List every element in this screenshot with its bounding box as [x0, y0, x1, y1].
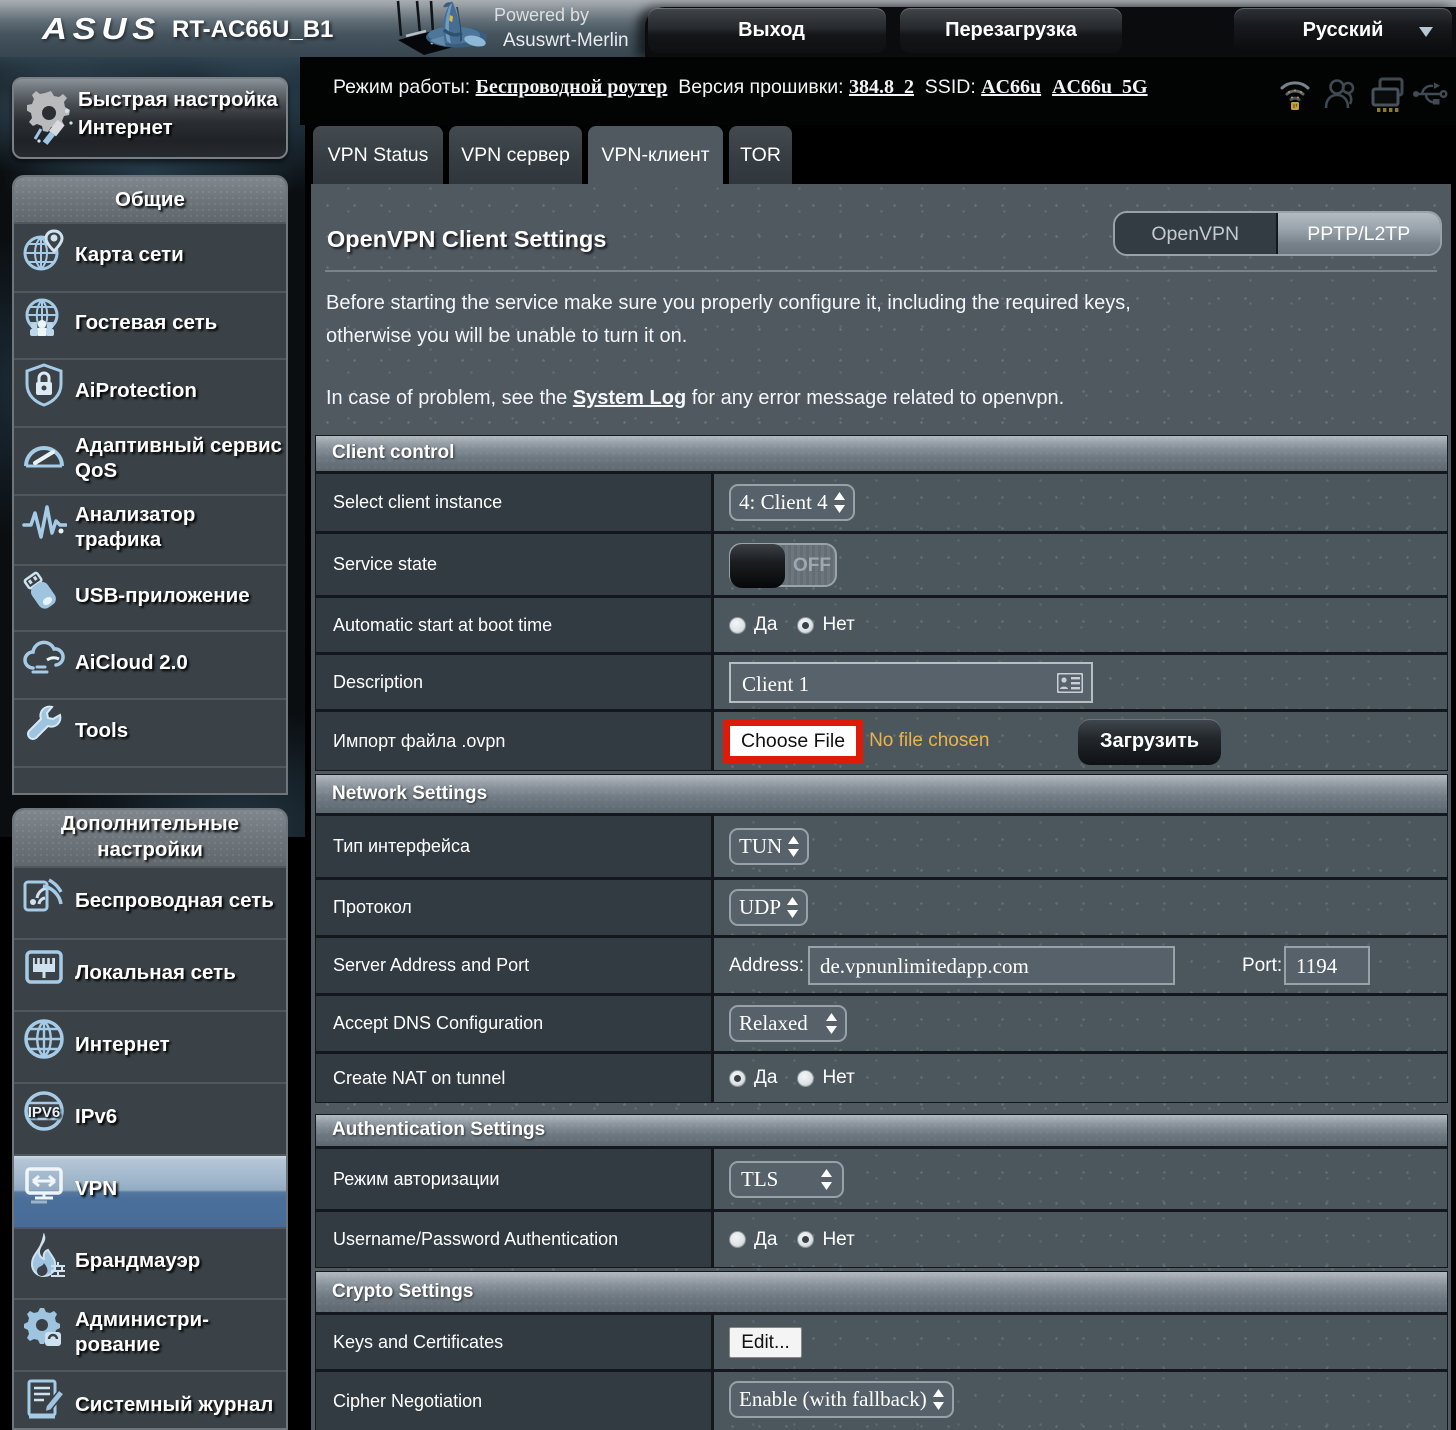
svg-text:IPV6: IPV6	[28, 1104, 61, 1121]
